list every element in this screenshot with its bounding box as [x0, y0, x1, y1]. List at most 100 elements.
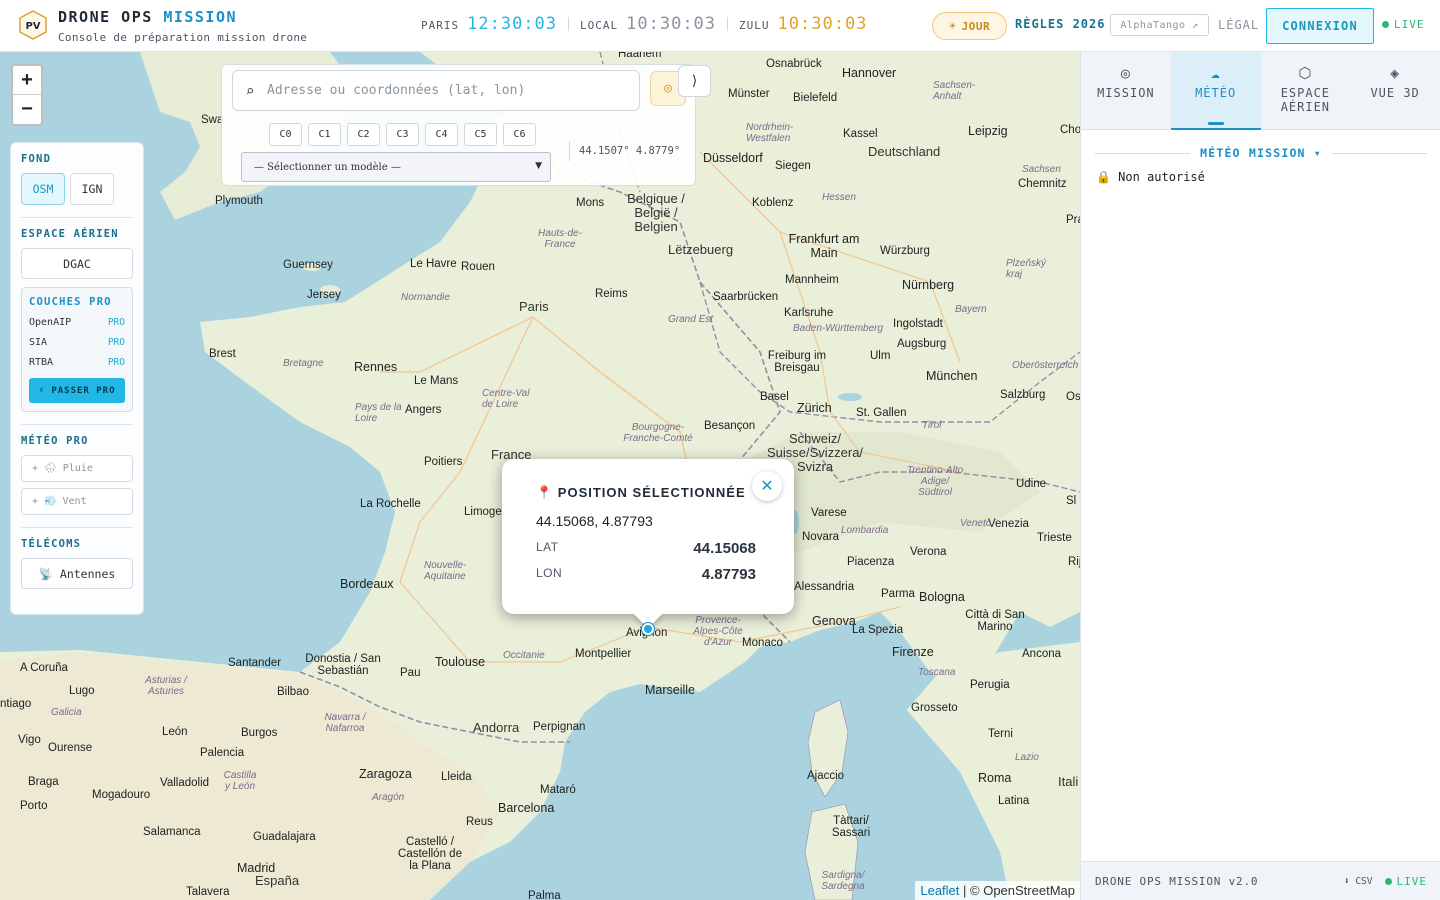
map-label: Palencia	[200, 747, 245, 759]
right-panel: ◎ MISSION ☁ MÉTÉO ⬡ ESPACE AÉRIEN ◈ VUE …	[1080, 52, 1440, 900]
map-label: Angers	[405, 404, 442, 416]
pro-badge: PRO	[107, 357, 125, 368]
map-label: Plymouth	[215, 195, 263, 207]
footer-actions: ⬇ CSV LIVE	[1344, 875, 1427, 888]
map-label: Le Mans	[414, 375, 459, 387]
theme-label: JOUR	[961, 19, 991, 33]
map-label: Lombardia	[841, 525, 889, 536]
layer-name: OpenAIP	[29, 317, 72, 328]
map-label: Pays de la Loire	[355, 402, 402, 424]
rules-link[interactable]: RÈGLES 2026	[1015, 17, 1105, 31]
antennas-button[interactable]: 📡 Antennes	[21, 558, 133, 589]
map-label: Udine	[1016, 478, 1047, 490]
position-popup: ✕ 📍 POSITION SÉLECTIONNÉE 44.15068, 4.87…	[502, 459, 794, 614]
svg-text:PV: PV	[25, 21, 40, 32]
map-label: Venezia	[988, 518, 1029, 530]
clock-time: 10:30:03	[626, 14, 717, 34]
zoom-out-button[interactable]: −	[13, 95, 41, 124]
popup-title: 📍 POSITION SÉLECTIONNÉE	[536, 485, 746, 500]
map-label: Rij	[1068, 556, 1080, 568]
leaflet-link[interactable]: Leaflet	[920, 883, 959, 898]
layers-panel: FOND OSM IGN ESPACE AÉRIEN DGAC COUCHES …	[10, 142, 144, 615]
map-label: Toulouse	[435, 655, 486, 669]
map-label: Limoges	[464, 506, 508, 518]
map-label: Castilla y León	[223, 770, 257, 792]
map-label: Zürich	[797, 401, 832, 415]
map-label: Castelló / Castellón de la Plana	[398, 836, 462, 872]
panel-tabs: ◎ MISSION ☁ MÉTÉO ⬡ ESPACE AÉRIEN ◈ VUE …	[1081, 52, 1440, 130]
meteo-section-header[interactable]: MÉTÉO MISSION ▾	[1095, 146, 1428, 160]
map-label: Chemnitz	[1018, 178, 1067, 190]
divider	[727, 17, 729, 31]
position-marker-icon[interactable]	[642, 623, 654, 635]
close-icon[interactable]: ✕	[752, 471, 782, 501]
map-label: Belgique / België / Belgien	[627, 191, 685, 234]
class-c1-button[interactable]: C1	[308, 123, 341, 146]
pro-layer-item[interactable]: OpenAIP PRO	[29, 317, 125, 328]
map-label: Trieste	[1037, 532, 1072, 544]
map-label: Würzburg	[880, 245, 930, 257]
map-label: Düsseldorf	[703, 151, 763, 165]
map-label: Andorra	[473, 720, 520, 735]
map-label: Terni	[988, 728, 1013, 740]
map-label: Sachsen	[1022, 164, 1061, 175]
map-label: Osnabrück	[766, 58, 822, 70]
class-c3-button[interactable]: C3	[386, 123, 419, 146]
map-label: Ajaccio	[807, 770, 845, 782]
map-label: Reus	[466, 816, 493, 828]
map-label: Augsburg	[897, 338, 947, 350]
basemap-ign-button[interactable]: IGN	[70, 173, 114, 205]
map[interactable]: Haarlem Osnabrück Hannover Münster Biele…	[0, 52, 1080, 900]
map-label: Nürnberg	[902, 278, 955, 292]
section-title: COUCHES PRO	[29, 296, 112, 308]
model-select-value: — Sélectionner un modèle —	[254, 161, 401, 173]
search-icon: ⌕	[245, 81, 255, 100]
map-label: Lugo	[69, 685, 95, 697]
wind-layer-button[interactable]: + 💨 Vent	[21, 488, 133, 515]
model-select[interactable]: — Sélectionner un modèle — ▼	[241, 152, 551, 182]
pro-layer-item[interactable]: SIA PRO	[29, 337, 125, 348]
search-panel: ⌕ ◎ ⟩ C0 C1 C2 C3 C4 C5 C6 — Sélectionne…	[221, 64, 711, 186]
tab-meteo[interactable]: ☁ MÉTÉO	[1170, 52, 1261, 130]
pro-layer-item[interactable]: RTBA PRO	[29, 357, 125, 368]
class-c2-button[interactable]: C2	[347, 123, 380, 146]
map-label: Pra	[1066, 214, 1080, 226]
map-label: Bretagne	[283, 358, 324, 369]
section-title: FOND	[21, 153, 52, 165]
osm-attribution: | © OpenStreetMap	[963, 883, 1075, 898]
zoom-in-button[interactable]: +	[13, 66, 41, 95]
cloud-icon: ☁	[1210, 64, 1221, 82]
hexagon-icon: ⬡	[1298, 64, 1313, 82]
map-label: Braga	[28, 776, 59, 788]
map-label: Paris	[519, 299, 549, 314]
map-label: Piacenza	[847, 556, 895, 568]
map-label: Alessandria	[794, 581, 855, 593]
class-c5-button[interactable]: C5	[464, 123, 497, 146]
theme-toggle-button[interactable]: ☀ JOUR	[932, 12, 1007, 40]
tab-mission[interactable]: ◎ MISSION	[1081, 52, 1171, 129]
map-label: Marseille	[645, 683, 696, 697]
csv-export-button[interactable]: ⬇ CSV	[1344, 876, 1373, 887]
basemap-osm-button[interactable]: OSM	[21, 173, 65, 205]
map-label: München	[926, 369, 978, 383]
login-button[interactable]: CONNEXION	[1266, 8, 1374, 44]
alphatango-link[interactable]: AlphaTango ↗	[1110, 14, 1209, 36]
collapse-panel-button[interactable]: ⟩	[678, 65, 711, 97]
class-c6-button[interactable]: C6	[503, 123, 536, 146]
zoom-control: + −	[11, 64, 43, 126]
legal-link[interactable]: LÉGAL	[1218, 18, 1259, 32]
map-label: Hauts-de-France	[538, 228, 582, 250]
map-label: Plzeňský kraj	[1006, 258, 1047, 280]
upgrade-pro-button[interactable]: ⚡ PASSER PRO	[29, 378, 125, 403]
tab-3d-view[interactable]: ◈ VUE 3D	[1350, 52, 1440, 129]
tab-airspace[interactable]: ⬡ ESPACE AÉRIEN	[1261, 52, 1351, 129]
map-label: Galicia	[51, 707, 82, 718]
pro-badge: PRO	[107, 317, 125, 328]
map-label: Bourgogne-Franche-Comté	[623, 422, 693, 444]
class-c0-button[interactable]: C0	[269, 123, 302, 146]
dgac-button[interactable]: DGAC	[21, 248, 133, 279]
tab-label: MÉTÉO	[1195, 86, 1237, 100]
class-c4-button[interactable]: C4	[425, 123, 458, 146]
rain-layer-button[interactable]: + 🌧 Pluie	[21, 455, 133, 482]
search-input[interactable]	[267, 83, 627, 98]
